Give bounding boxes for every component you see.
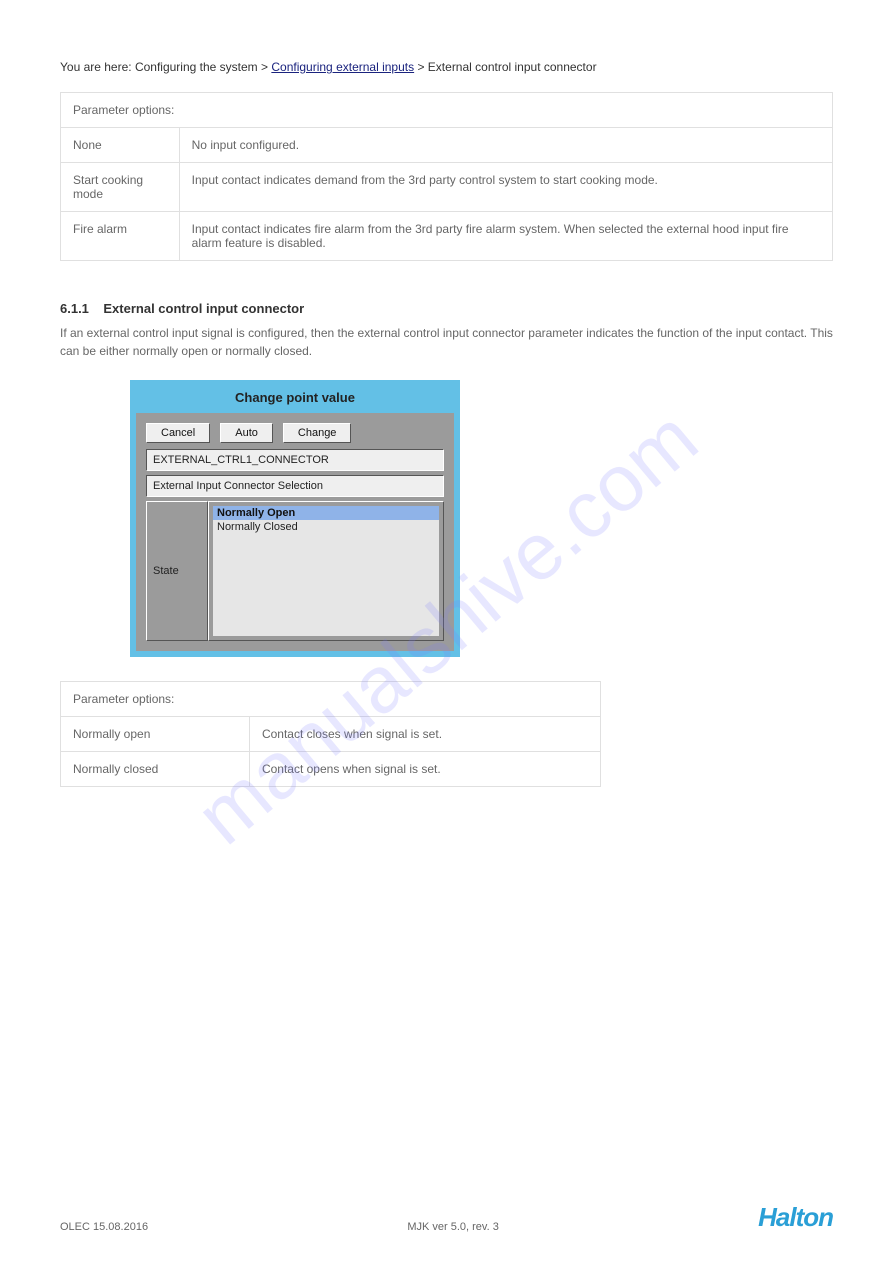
section-description: If an external control input signal is c… — [60, 324, 833, 360]
table2-header: Parameter options: — [61, 682, 601, 717]
param-name: Normally closed — [61, 752, 250, 787]
dialog-title: Change point value — [130, 380, 460, 413]
footer-left: OLEC 15.08.2016 — [60, 1221, 148, 1233]
table-row: Normally closed Contact opens when signa… — [61, 752, 601, 787]
cancel-button[interactable]: Cancel — [146, 423, 210, 443]
point-desc-field: External Input Connector Selection — [146, 475, 444, 497]
change-point-value-dialog: Change point value Cancel Auto Change EX… — [130, 380, 460, 657]
section-number: 6.1.1 — [60, 301, 89, 316]
footer-center: MJK ver 5.0, rev. 3 — [407, 1221, 499, 1233]
option-normally-open[interactable]: Normally Open — [213, 506, 439, 520]
table-row: Start cooking mode Input contact indicat… — [61, 163, 833, 212]
param-name: Normally open — [61, 717, 250, 752]
state-listbox[interactable]: Normally Open Normally Closed — [213, 506, 439, 636]
halton-logo: Halton — [758, 1202, 833, 1233]
state-list-cell: Normally Open Normally Closed — [208, 501, 444, 641]
param-desc: Input contact indicates demand from the … — [179, 163, 832, 212]
auto-button[interactable]: Auto — [220, 423, 273, 443]
param-name: Start cooking mode — [61, 163, 180, 212]
section-title: External control input connector — [103, 301, 304, 316]
state-row: State Normally Open Normally Closed — [146, 501, 444, 641]
parameter-table-1: Parameter options: None No input configu… — [60, 92, 833, 261]
section-heading: 6.1.1 External control input connector — [60, 301, 833, 316]
change-button[interactable]: Change — [283, 423, 352, 443]
breadcrumb: You are here: Configuring the system > C… — [60, 60, 833, 74]
dialog-body: Cancel Auto Change EXTERNAL_CTRL1_CONNEC… — [136, 413, 454, 651]
param-name: Fire alarm — [61, 212, 180, 261]
point-id-field: EXTERNAL_CTRL1_CONNECTOR — [146, 449, 444, 471]
dialog-button-row: Cancel Auto Change — [146, 423, 444, 443]
option-normally-closed[interactable]: Normally Closed — [213, 520, 439, 534]
parameter-table-2: Parameter options: Normally open Contact… — [60, 681, 601, 787]
param-desc: Input contact indicates fire alarm from … — [179, 212, 832, 261]
breadcrumb-link[interactable]: Configuring external inputs — [271, 60, 414, 74]
page-content: You are here: Configuring the system > C… — [0, 0, 893, 817]
table-row: Fire alarm Input contact indicates fire … — [61, 212, 833, 261]
table-row: None No input configured. — [61, 128, 833, 163]
param-desc: No input configured. — [179, 128, 832, 163]
table-row: Normally open Contact closes when signal… — [61, 717, 601, 752]
param-name: None — [61, 128, 180, 163]
param-desc: Contact opens when signal is set. — [249, 752, 600, 787]
breadcrumb-prefix: You are here: Configuring the system > — [60, 60, 271, 74]
param-desc: Contact closes when signal is set. — [249, 717, 600, 752]
breadcrumb-suffix: > External control input connector — [414, 60, 596, 74]
page-footer: OLEC 15.08.2016 MJK ver 5.0, rev. 3 Halt… — [60, 1202, 833, 1233]
table1-header: Parameter options: — [61, 93, 833, 128]
state-label: State — [146, 501, 208, 641]
